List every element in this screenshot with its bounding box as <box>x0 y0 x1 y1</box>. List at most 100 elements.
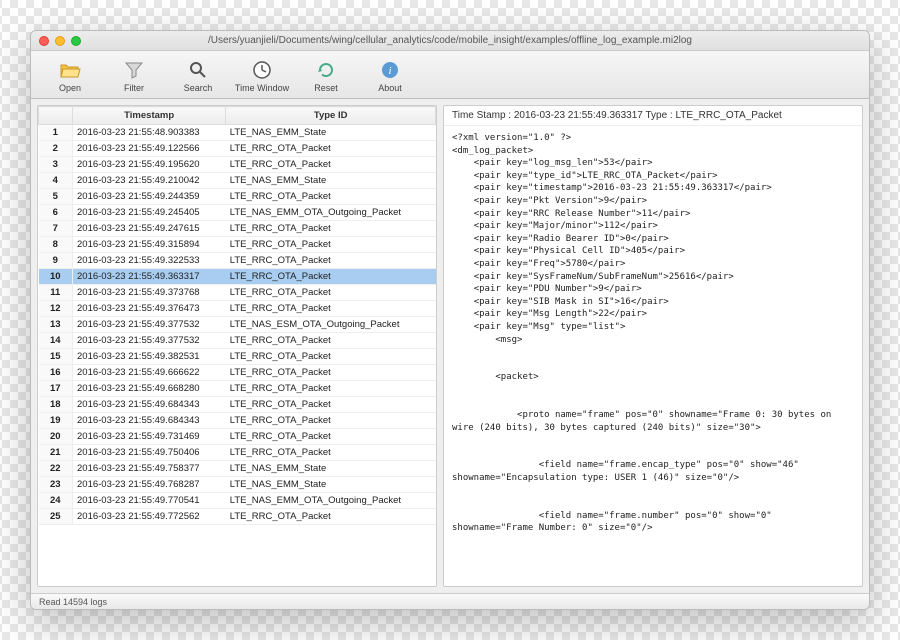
row-type: LTE_NAS_EMM_State <box>226 125 436 141</box>
row-index: 23 <box>39 477 73 493</box>
row-index: 21 <box>39 445 73 461</box>
row-timestamp: 2016-03-23 21:55:49.122566 <box>73 141 226 157</box>
row-index: 12 <box>39 301 73 317</box>
col-index[interactable] <box>39 107 73 125</box>
table-row[interactable]: 242016-03-23 21:55:49.770541LTE_NAS_EMM_… <box>39 493 436 509</box>
table-row[interactable]: 202016-03-23 21:55:49.731469LTE_RRC_OTA_… <box>39 429 436 445</box>
table-row[interactable]: 42016-03-23 21:55:49.210042LTE_NAS_EMM_S… <box>39 173 436 189</box>
row-type: LTE_NAS_EMM_OTA_Outgoing_Packet <box>226 205 436 221</box>
table-row[interactable]: 62016-03-23 21:55:49.245405LTE_NAS_EMM_O… <box>39 205 436 221</box>
row-timestamp: 2016-03-23 21:55:49.684343 <box>73 413 226 429</box>
col-type[interactable]: Type ID <box>226 107 436 125</box>
row-index: 9 <box>39 253 73 269</box>
row-index: 18 <box>39 397 73 413</box>
row-timestamp: 2016-03-23 21:55:49.731469 <box>73 429 226 445</box>
reset-label: Reset <box>314 83 338 93</box>
row-timestamp: 2016-03-23 21:55:49.210042 <box>73 173 226 189</box>
row-timestamp: 2016-03-23 21:55:49.666622 <box>73 365 226 381</box>
row-type: LTE_RRC_OTA_Packet <box>226 285 436 301</box>
row-timestamp: 2016-03-23 21:55:48.903383 <box>73 125 226 141</box>
row-index: 20 <box>39 429 73 445</box>
row-index: 11 <box>39 285 73 301</box>
search-button[interactable]: Search <box>169 57 227 93</box>
maximize-icon[interactable] <box>71 36 81 46</box>
time-window-button[interactable]: Time Window <box>233 57 291 93</box>
app-window: /Users/yuanjieli/Documents/wing/cellular… <box>30 30 870 610</box>
table-row[interactable]: 222016-03-23 21:55:49.758377LTE_NAS_EMM_… <box>39 461 436 477</box>
minimize-icon[interactable] <box>55 36 65 46</box>
table-row[interactable]: 52016-03-23 21:55:49.244359LTE_RRC_OTA_P… <box>39 189 436 205</box>
row-type: LTE_RRC_OTA_Packet <box>226 429 436 445</box>
row-timestamp: 2016-03-23 21:55:49.376473 <box>73 301 226 317</box>
log-table-pane[interactable]: Timestamp Type ID 12016-03-23 21:55:48.9… <box>37 105 437 587</box>
row-timestamp: 2016-03-23 21:55:49.770541 <box>73 493 226 509</box>
row-type: LTE_NAS_EMM_State <box>226 173 436 189</box>
table-row[interactable]: 232016-03-23 21:55:49.768287LTE_NAS_EMM_… <box>39 477 436 493</box>
table-row[interactable]: 132016-03-23 21:55:49.377532LTE_NAS_ESM_… <box>39 317 436 333</box>
row-index: 24 <box>39 493 73 509</box>
row-timestamp: 2016-03-23 21:55:49.772562 <box>73 509 226 525</box>
row-timestamp: 2016-03-23 21:55:49.315894 <box>73 237 226 253</box>
row-type: LTE_RRC_OTA_Packet <box>226 189 436 205</box>
search-label: Search <box>184 83 213 93</box>
row-index: 6 <box>39 205 73 221</box>
table-row[interactable]: 152016-03-23 21:55:49.382531LTE_RRC_OTA_… <box>39 349 436 365</box>
table-row[interactable]: 182016-03-23 21:55:49.684343LTE_RRC_OTA_… <box>39 397 436 413</box>
funnel-icon <box>123 59 145 81</box>
table-row[interactable]: 32016-03-23 21:55:49.195620LTE_RRC_OTA_P… <box>39 157 436 173</box>
row-index: 8 <box>39 237 73 253</box>
table-row[interactable]: 172016-03-23 21:55:49.668280LTE_RRC_OTA_… <box>39 381 436 397</box>
filter-button[interactable]: Filter <box>105 57 163 93</box>
row-index: 13 <box>39 317 73 333</box>
table-row[interactable]: 82016-03-23 21:55:49.315894LTE_RRC_OTA_P… <box>39 237 436 253</box>
filter-label: Filter <box>124 83 144 93</box>
row-index: 16 <box>39 365 73 381</box>
table-row[interactable]: 122016-03-23 21:55:49.376473LTE_RRC_OTA_… <box>39 301 436 317</box>
row-timestamp: 2016-03-23 21:55:49.758377 <box>73 461 226 477</box>
row-type: LTE_RRC_OTA_Packet <box>226 237 436 253</box>
log-table: Timestamp Type ID 12016-03-23 21:55:48.9… <box>38 106 436 525</box>
table-row[interactable]: 162016-03-23 21:55:49.666622LTE_RRC_OTA_… <box>39 365 436 381</box>
row-index: 19 <box>39 413 73 429</box>
svg-text:i: i <box>388 65 391 77</box>
table-row[interactable]: 102016-03-23 21:55:49.363317LTE_RRC_OTA_… <box>39 269 436 285</box>
row-index: 25 <box>39 509 73 525</box>
table-row[interactable]: 112016-03-23 21:55:49.373768LTE_RRC_OTA_… <box>39 285 436 301</box>
refresh-icon <box>315 59 337 81</box>
about-button[interactable]: i About <box>361 57 419 93</box>
col-timestamp[interactable]: Timestamp <box>73 107 226 125</box>
row-type: LTE_NAS_EMM_State <box>226 477 436 493</box>
table-row[interactable]: 252016-03-23 21:55:49.772562LTE_RRC_OTA_… <box>39 509 436 525</box>
table-row[interactable]: 72016-03-23 21:55:49.247615LTE_RRC_OTA_P… <box>39 221 436 237</box>
table-row[interactable]: 192016-03-23 21:55:49.684343LTE_RRC_OTA_… <box>39 413 436 429</box>
clock-icon <box>251 59 273 81</box>
reset-button[interactable]: Reset <box>297 57 355 93</box>
row-type: LTE_NAS_ESM_OTA_Outgoing_Packet <box>226 317 436 333</box>
status-bar: Read 14594 logs <box>31 593 869 609</box>
row-timestamp: 2016-03-23 21:55:49.322533 <box>73 253 226 269</box>
table-row[interactable]: 212016-03-23 21:55:49.750406LTE_RRC_OTA_… <box>39 445 436 461</box>
row-type: LTE_RRC_OTA_Packet <box>226 157 436 173</box>
window-controls <box>39 36 81 46</box>
detail-header: Time Stamp : 2016-03-23 21:55:49.363317 … <box>444 106 862 126</box>
table-row[interactable]: 22016-03-23 21:55:49.122566LTE_RRC_OTA_P… <box>39 141 436 157</box>
about-label: About <box>378 83 402 93</box>
row-type: LTE_RRC_OTA_Packet <box>226 381 436 397</box>
detail-body[interactable]: <?xml version="1.0" ?> <dm_log_packet> <… <box>444 126 862 586</box>
row-timestamp: 2016-03-23 21:55:49.377532 <box>73 317 226 333</box>
table-row[interactable]: 12016-03-23 21:55:48.903383LTE_NAS_EMM_S… <box>39 125 436 141</box>
row-index: 3 <box>39 157 73 173</box>
row-index: 4 <box>39 173 73 189</box>
row-timestamp: 2016-03-23 21:55:49.768287 <box>73 477 226 493</box>
row-type: LTE_RRC_OTA_Packet <box>226 333 436 349</box>
open-button[interactable]: Open <box>41 57 99 93</box>
table-row[interactable]: 142016-03-23 21:55:49.377532LTE_RRC_OTA_… <box>39 333 436 349</box>
search-icon <box>187 59 209 81</box>
table-row[interactable]: 92016-03-23 21:55:49.322533LTE_RRC_OTA_P… <box>39 253 436 269</box>
close-icon[interactable] <box>39 36 49 46</box>
content-area: Timestamp Type ID 12016-03-23 21:55:48.9… <box>31 99 869 593</box>
row-timestamp: 2016-03-23 21:55:49.373768 <box>73 285 226 301</box>
row-timestamp: 2016-03-23 21:55:49.668280 <box>73 381 226 397</box>
titlebar: /Users/yuanjieli/Documents/wing/cellular… <box>31 31 869 51</box>
row-type: LTE_RRC_OTA_Packet <box>226 221 436 237</box>
